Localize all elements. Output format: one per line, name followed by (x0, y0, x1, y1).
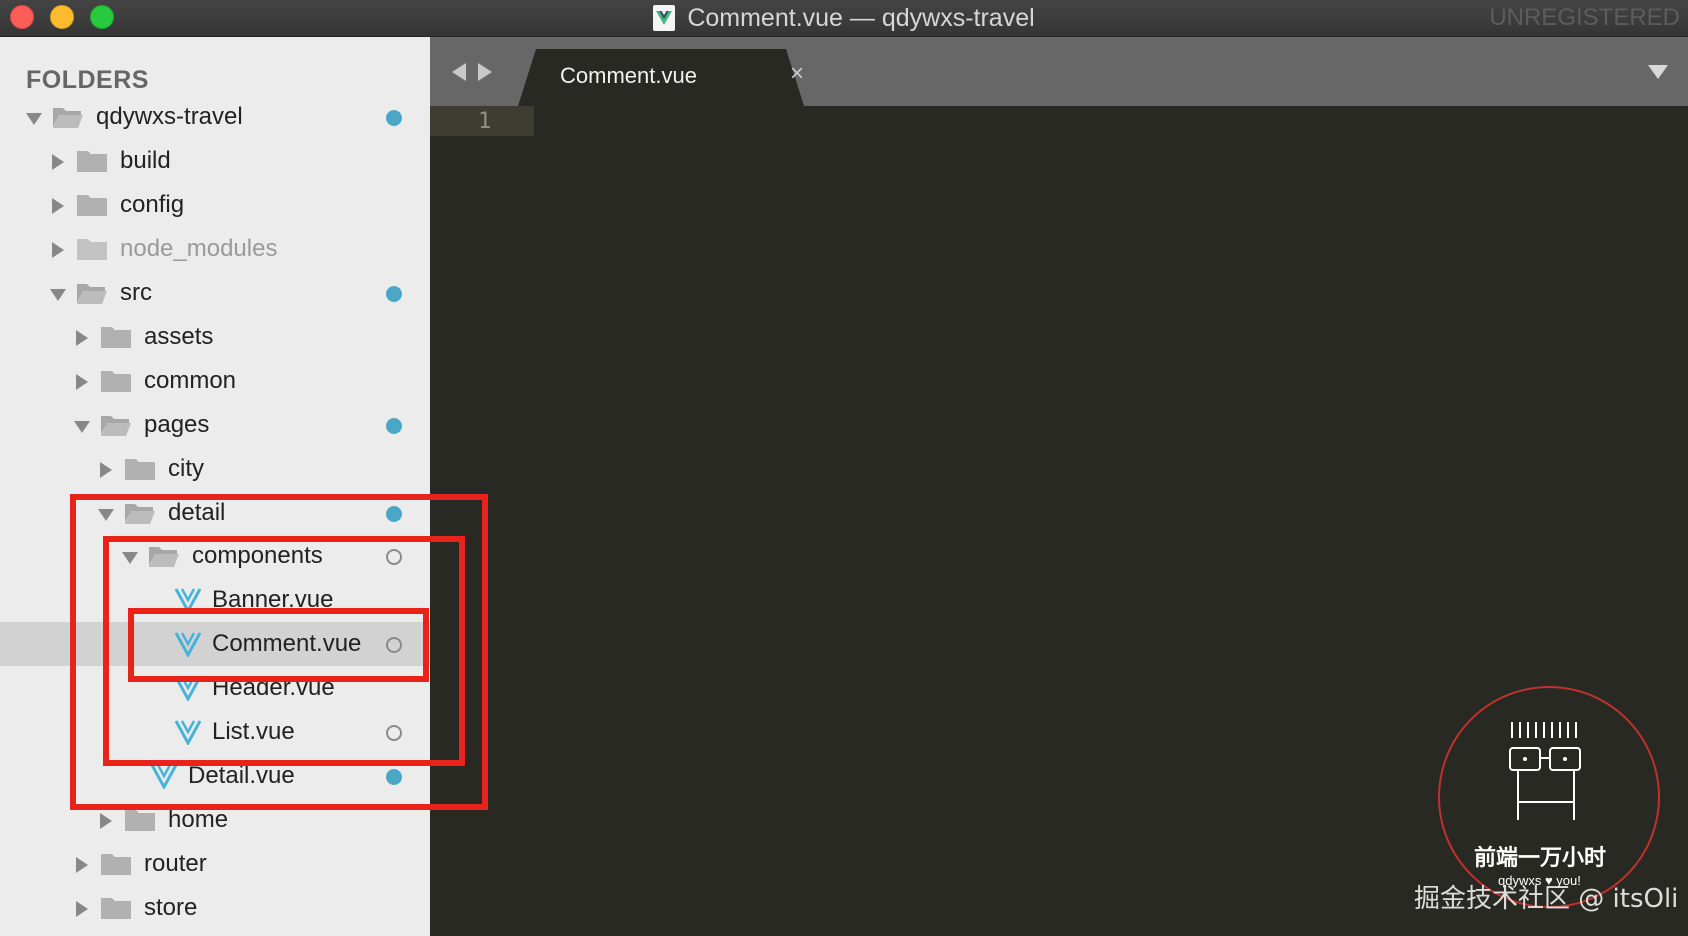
disclosure-right-icon[interactable] (52, 154, 64, 170)
tree-item-config[interactable]: config (0, 183, 430, 227)
tree-item-label: assets (144, 323, 214, 350)
tree-item-node-modules[interactable]: node_modules (0, 227, 430, 271)
status-modified-dot (386, 110, 402, 126)
tree-item-qdywxs-travel[interactable]: qdywxs-travel (0, 95, 430, 139)
tree-item-label: build (120, 147, 171, 174)
disclosure-right-icon[interactable] (76, 857, 88, 873)
tree-item-common[interactable]: common (0, 359, 430, 403)
folder-icon (101, 327, 131, 348)
disclosure-right-icon[interactable] (76, 374, 88, 390)
tree-item-build[interactable]: build (0, 139, 430, 183)
folder-icon (101, 854, 131, 875)
folders-header: FOLDERS (26, 66, 149, 94)
watermark-title: 前端一万小时 (1474, 846, 1607, 871)
disclosure-right-icon[interactable] (52, 242, 64, 258)
nav-forward-icon[interactable] (478, 63, 492, 81)
folder-icon (125, 810, 155, 831)
folder-icon (77, 151, 107, 172)
tree-item-store[interactable]: store (0, 886, 430, 930)
folder-icon (125, 459, 155, 480)
vue-document-icon (653, 5, 676, 31)
mascot-icon (1509, 722, 1581, 820)
disclosure-down-icon[interactable] (50, 289, 66, 301)
title-bar: Comment.vue — qdywxs-travel UNREGISTERED (0, 0, 1688, 37)
tab-close-icon[interactable]: × (790, 62, 804, 86)
disclosure-right-icon[interactable] (76, 330, 88, 346)
folder-icon (101, 898, 131, 919)
folder-open-icon (101, 416, 131, 436)
active-line-gutter: 1 (430, 106, 534, 136)
tab-label: Comment.vue (560, 63, 697, 88)
tab-menu-icon[interactable] (1648, 65, 1668, 79)
status-modified-dot (386, 286, 402, 302)
tree-item-label: common (144, 367, 237, 394)
folder-open-icon (53, 108, 83, 128)
window-title-wrap: Comment.vue — qdywxs-travel (0, 0, 1688, 36)
tree-item-label: node_modules (120, 235, 278, 262)
folder-icon (77, 239, 107, 260)
tree-item-src[interactable]: src (0, 271, 430, 315)
tab-bar: Comment.vue × (430, 37, 1688, 106)
tree-item-city[interactable]: city (0, 447, 430, 491)
tree-item-label: src (120, 279, 152, 306)
disclosure-right-icon[interactable] (100, 813, 112, 829)
tab-comment-vue[interactable]: Comment.vue (518, 49, 804, 106)
tree-item-label: home (168, 806, 229, 833)
tree-item-label: store (144, 894, 198, 921)
annotation-box-comment (128, 608, 429, 682)
folder-icon (77, 195, 107, 216)
disclosure-down-icon[interactable] (74, 421, 90, 433)
window-title: Comment.vue — qdywxs-travel (687, 3, 1035, 32)
tree-item-label: city (168, 455, 204, 482)
folder-icon (101, 371, 131, 392)
watermark-brand: 掘金技术社区 @ itsOli (1414, 884, 1679, 914)
disclosure-right-icon[interactable] (76, 901, 88, 917)
tree-item-pages[interactable]: pages (0, 403, 430, 447)
tree-item-label: config (120, 191, 185, 218)
tree-item-label: pages (144, 411, 210, 438)
nav-back-icon[interactable] (452, 63, 466, 81)
disclosure-down-icon[interactable] (26, 113, 42, 125)
folder-open-icon (77, 284, 107, 304)
tree-item-assets[interactable]: assets (0, 315, 430, 359)
tree-item-router[interactable]: router (0, 842, 430, 886)
line-number: 1 (478, 109, 492, 134)
tree-item-label: qdywxs-travel (96, 103, 243, 130)
disclosure-right-icon[interactable] (100, 462, 112, 478)
status-modified-dot (386, 418, 402, 434)
tree-item-label: router (144, 850, 207, 877)
disclosure-right-icon[interactable] (52, 198, 64, 214)
license-status: UNREGISTERED (1489, 4, 1680, 31)
